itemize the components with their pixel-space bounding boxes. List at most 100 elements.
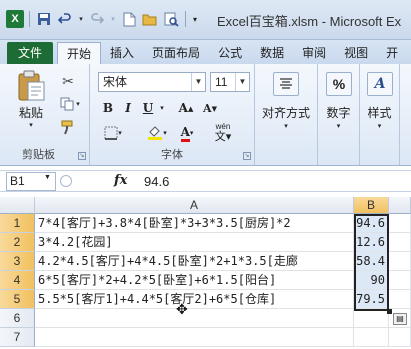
tab-data[interactable]: 数据: [251, 42, 293, 64]
cell-c[interactable]: [389, 233, 411, 252]
quick-analysis-icon[interactable]: ▤: [393, 313, 407, 325]
cell-c[interactable]: [389, 214, 411, 233]
tab-file[interactable]: 文件: [7, 42, 54, 64]
undo-dropdown-icon[interactable]: ▾: [77, 10, 85, 28]
save-icon[interactable]: [35, 10, 53, 28]
cell-a[interactable]: 4.2*4.5[客厅]+4*4.5[卧室]*2+1*3.5[走廊: [35, 252, 354, 271]
styles-group[interactable]: A 样式 ▾: [360, 64, 400, 165]
row-header[interactable]: 6: [0, 309, 35, 328]
italic-button[interactable]: I: [120, 99, 136, 117]
cell-c[interactable]: [389, 252, 411, 271]
tab-view[interactable]: 视图: [335, 42, 377, 64]
bold-button[interactable]: B: [100, 99, 116, 117]
number-group-label: 数字: [326, 106, 351, 120]
cell-a[interactable]: [35, 328, 354, 347]
redo-dropdown-icon[interactable]: ▾: [109, 10, 117, 28]
phonetic-guide-icon: 文▾: [214, 131, 232, 143]
window-title: Excel百宝箱.xlsm - Microsoft Ex: [217, 14, 402, 29]
select-all-corner[interactable]: [0, 197, 35, 214]
format-painter-button[interactable]: [56, 118, 80, 136]
formula-value[interactable]: 94.6: [144, 174, 169, 189]
tab-developer[interactable]: 开: [377, 42, 407, 64]
font-size-value: 11: [215, 75, 228, 89]
cell-b[interactable]: 79.5: [354, 290, 389, 309]
row-header[interactable]: 7: [0, 328, 35, 347]
tab-formulas[interactable]: 公式: [209, 42, 251, 64]
cell-a[interactable]: 3*4.2[花园]: [35, 233, 354, 252]
alignment-group[interactable]: 对齐方式 ▾: [255, 64, 318, 165]
name-box-dropdown-icon[interactable]: ▼: [44, 174, 51, 181]
shrink-font-button[interactable]: A ▼: [200, 99, 220, 117]
cut-button[interactable]: ✂: [56, 72, 80, 90]
phonetic-guide-label: wén: [215, 122, 231, 131]
row-header[interactable]: 5: [0, 290, 35, 309]
row-header[interactable]: 1: [0, 214, 35, 233]
underline-button[interactable]: U: [140, 99, 156, 117]
undo-icon[interactable]: [56, 10, 74, 28]
column-header-a[interactable]: A: [35, 197, 354, 214]
row-header[interactable]: 4: [0, 271, 35, 290]
cell-a[interactable]: 5.5*5[客厅1]+4.4*5[客厅2]+6*5[仓库]: [35, 290, 354, 309]
alignment-button[interactable]: [273, 72, 299, 96]
open-folder-icon[interactable]: [141, 10, 159, 28]
ribbon: 粘贴 ▾ ✂ ▾ 剪贴板 ↘ 宋体 ▼ 11 ▼ B I U ▾ A ▲ A ▼…: [0, 64, 411, 166]
clipboard-group-label: 剪贴板: [22, 149, 55, 161]
tab-home[interactable]: 开始: [57, 42, 102, 64]
phonetic-guide-button[interactable]: wén 文▾: [208, 122, 238, 144]
number-format-button[interactable]: %: [326, 72, 352, 96]
font-launcher-icon[interactable]: ↘: [243, 152, 251, 160]
cell-b[interactable]: [354, 309, 389, 328]
tab-page-layout[interactable]: 页面布局: [143, 42, 209, 64]
cell-c[interactable]: [389, 328, 411, 347]
font-color-button[interactable]: A ▾: [174, 124, 200, 142]
underline-dropdown-icon[interactable]: ▾: [158, 99, 166, 117]
clipboard-group: 粘贴 ▾ ✂ ▾ 剪贴板 ↘: [0, 64, 90, 165]
cell-a[interactable]: 7*4[客厅]+3.8*4[卧室]*3+3*3.5[厨房]*2: [35, 214, 354, 233]
insert-function-icon[interactable]: fx: [114, 173, 127, 188]
row-header[interactable]: 3: [0, 252, 35, 271]
formula-bar: B1 ▼ fx 94.6: [0, 170, 411, 192]
borders-button[interactable]: ▾: [100, 124, 126, 142]
excel-logo-icon[interactable]: X: [6, 10, 24, 28]
title-bar: X ▾ ▾ ▾ Excel百宝箱.xlsm - Microsoft Ex: [0, 0, 411, 40]
cell-c[interactable]: [389, 271, 411, 290]
row-header[interactable]: 2: [0, 233, 35, 252]
font-name-combo[interactable]: 宋体 ▼: [98, 72, 206, 92]
font-group-label: 字体: [161, 149, 183, 161]
grow-font-button[interactable]: A ▲: [176, 99, 196, 117]
cell-a[interactable]: 6*5[客厅]*2+4.2*5[卧室]+6*1.5[阳台]: [35, 271, 354, 290]
qat-separator-2: [185, 11, 186, 27]
font-color-dropdown-icon: ▾: [189, 130, 194, 137]
customize-qat-icon[interactable]: ▾: [191, 10, 199, 28]
tab-insert[interactable]: 插入: [101, 42, 143, 64]
fill-color-button[interactable]: ▾: [144, 124, 170, 142]
fill-handle[interactable]: [387, 309, 392, 314]
print-preview-icon[interactable]: [162, 10, 180, 28]
tab-review[interactable]: 审阅: [293, 42, 335, 64]
font-group: 宋体 ▼ 11 ▼ B I U ▾ A ▲ A ▼ ▾ ▾ A ▾ wén 文▾…: [90, 64, 255, 165]
cell-b[interactable]: 12.6: [354, 233, 389, 252]
cell-b[interactable]: 58.4: [354, 252, 389, 271]
copy-button[interactable]: ▾: [56, 95, 84, 113]
styles-button[interactable]: A: [367, 72, 393, 96]
column-header-b[interactable]: B: [354, 197, 389, 214]
cell-cursor-icon: ✥: [176, 301, 188, 317]
new-document-icon[interactable]: [120, 10, 138, 28]
font-name-value: 宋体: [103, 75, 128, 89]
cell-b[interactable]: [354, 328, 389, 347]
clipboard-launcher-icon[interactable]: ↘: [78, 152, 86, 160]
number-group[interactable]: % 数字 ▾: [318, 64, 360, 165]
paste-button[interactable]: 粘贴 ▾: [12, 70, 50, 129]
redo-icon[interactable]: [88, 10, 106, 28]
grow-font-label: A: [178, 101, 188, 115]
fill-color-icon: [148, 126, 163, 140]
shrink-font-label: A: [203, 101, 212, 115]
cell-b[interactable]: 94.6: [354, 214, 389, 233]
cell-b[interactable]: 90: [354, 271, 389, 290]
fill-color-dropdown-icon: ▾: [163, 130, 167, 137]
cell-a[interactable]: [35, 309, 354, 328]
format-painter-icon: [61, 120, 73, 135]
column-header-c[interactable]: [389, 197, 411, 214]
font-size-combo[interactable]: 11 ▼: [210, 72, 250, 92]
cell-c[interactable]: [389, 290, 411, 309]
